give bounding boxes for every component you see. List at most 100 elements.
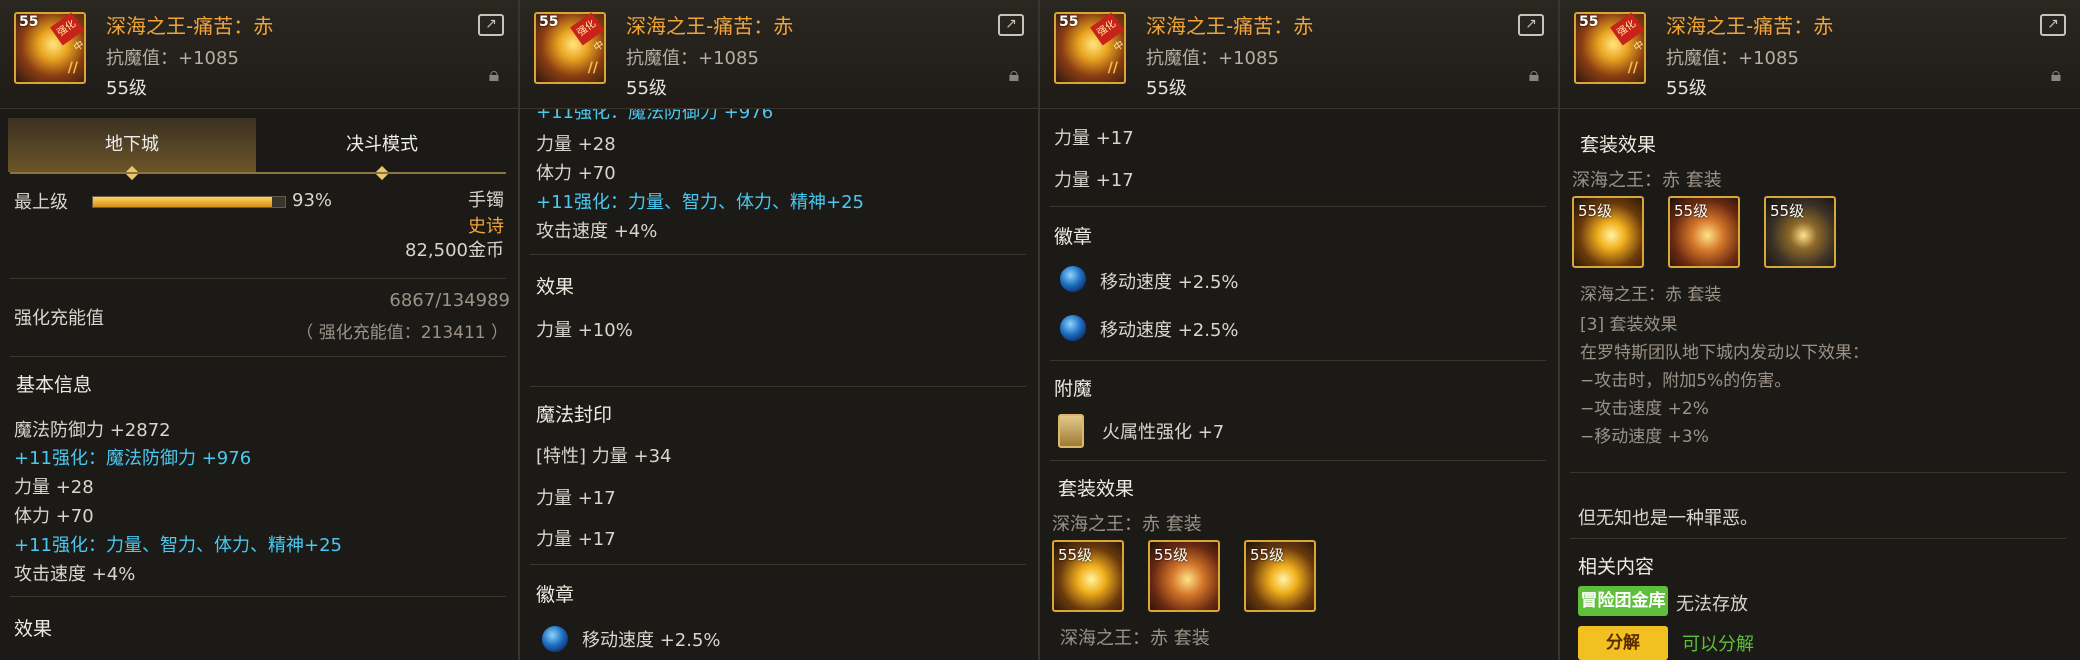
share-icon[interactable]: ↗ <box>2040 14 2066 36</box>
divider <box>530 564 1026 565</box>
flavor-text: 但无知也是一种罪恶。 <box>1578 508 1758 529</box>
stat-line: 攻击速度 +4% <box>536 221 658 242</box>
set-title: 套装效果 <box>1058 478 1135 500</box>
share-icon[interactable]: ↗ <box>478 14 504 36</box>
divider <box>530 386 1026 387</box>
grade-bar-fill <box>93 197 272 207</box>
enhancing-badge: 强化中 <box>1610 12 1647 54</box>
adventure-vault-button[interactable]: 冒险团金库 <box>1578 586 1668 616</box>
item-header: 55 强化中 // 深海之王-痛苦：赤 抗魔值：+1085 55级 ↗ 🔒︎ <box>1040 0 1558 109</box>
blue-emblem-icon <box>1058 264 1088 294</box>
share-icon[interactable]: ↗ <box>1518 14 1544 36</box>
tooltip-panel-3: 55 强化中 // 深海之王-痛苦：赤 抗魔值：+1085 55级 ↗ 🔒︎ 力… <box>1040 0 1560 660</box>
enchant-title: 附魔 <box>1054 378 1093 400</box>
charge-label: 强化充能值 <box>14 308 104 329</box>
stat-line: +11强化：魔法防御力 +976 <box>14 448 252 469</box>
emblem-line: 移动速度 +2.5% <box>1100 272 1239 293</box>
set-item-icon[interactable]: 55级 <box>1244 540 1316 612</box>
lock-icon[interactable]: 🔒︎ <box>2046 62 2066 86</box>
divider <box>10 596 506 597</box>
item-icon: 55 强化中 // <box>1054 12 1127 84</box>
set-item-icon[interactable]: 55级 <box>1572 196 1644 268</box>
charge-total: （ 强化充能值：213411 ） <box>296 323 508 343</box>
tab-duel[interactable]: 决斗模式 <box>258 118 506 181</box>
emblem-title: 徽章 <box>1054 226 1093 248</box>
blue-emblem-icon <box>1058 313 1088 343</box>
icon-level: 55 <box>1579 14 1599 30</box>
decompose-button[interactable]: 分解 <box>1578 626 1668 660</box>
set-desc: 在罗特斯团队地下城内发动以下效果： <box>1580 343 1869 363</box>
divider <box>10 356 506 357</box>
vault-status: 无法存放 <box>1676 594 1748 615</box>
set-item-icon[interactable]: 55级 <box>1668 196 1740 268</box>
set-item-icon[interactable]: 55级 <box>1148 540 1220 612</box>
stat-line: 体力 +70 <box>14 506 94 527</box>
divider <box>530 254 1026 255</box>
lock-icon[interactable]: 🔒︎ <box>1524 62 1544 86</box>
emblem-title: 徽章 <box>536 584 575 606</box>
tab-underline <box>10 172 506 174</box>
item-header: 55 强化中 // 深海之王-痛苦：赤 抗魔值：+1085 55级 ↗ 🔒︎ <box>1560 0 2080 109</box>
divider <box>1050 360 1546 361</box>
set-item-icon[interactable]: 55级 <box>1764 196 1836 268</box>
seal-line: 力量 +17 <box>1054 170 1134 191</box>
set-footer: 深海之王：赤 套装 <box>1060 628 1210 649</box>
lock-icon[interactable]: 🔒︎ <box>1004 62 1024 86</box>
tab-dungeon[interactable]: 地下城 <box>8 118 256 181</box>
grade-percent: 93% <box>292 190 333 211</box>
set-desc: −移动速度 +3% <box>1580 427 1709 447</box>
item-name: 深海之王-痛苦：赤 <box>1666 14 1834 38</box>
set-item-icon[interactable]: 55级 <box>1052 540 1124 612</box>
item-name: 深海之王-痛苦：赤 <box>1146 14 1314 38</box>
item-level: 55级 <box>626 78 667 99</box>
stat-line: 体力 +70 <box>536 163 616 184</box>
grade-label: 最上级 <box>14 192 68 213</box>
divider <box>1570 538 2066 539</box>
icon-suffix: // <box>1627 60 1638 76</box>
icon-level: 55 <box>1059 14 1079 30</box>
stat-line: 魔法防御力 +2872 <box>14 420 171 441</box>
set-item-level: 55级 <box>1674 202 1709 220</box>
emblem-line: 移动速度 +2.5% <box>582 630 721 651</box>
item-icon: 55 强化中 // <box>14 12 87 84</box>
stat-line: 力量 +28 <box>14 477 94 498</box>
item-rarity: 史诗 <box>468 216 504 237</box>
set-title: 套装效果 <box>1580 134 1657 156</box>
related-title: 相关内容 <box>1578 556 1655 578</box>
lock-icon[interactable]: 🔒︎ <box>484 62 504 86</box>
set-sub: 深海之王：赤 套装 <box>1580 285 1722 305</box>
set-item-level: 55级 <box>1154 546 1189 564</box>
set-item-level: 55级 <box>1058 546 1093 564</box>
divider <box>1570 472 2066 473</box>
enhancing-badge: 强化中 <box>1090 12 1127 54</box>
item-slot: 手镯 <box>468 190 504 211</box>
charge-value: 6867/134989 <box>389 290 510 311</box>
set-name: 深海之王：赤 套装 <box>1052 514 1202 535</box>
tooltip-panel-4: 55 强化中 // 深海之王-痛苦：赤 抗魔值：+1085 55级 ↗ 🔒︎ 套… <box>1560 0 2080 660</box>
item-name: 深海之王-痛苦：赤 <box>626 14 794 38</box>
share-icon[interactable]: ↗ <box>998 14 1024 36</box>
tab-label: 决斗模式 <box>346 134 418 155</box>
icon-level: 55 <box>19 14 39 30</box>
tooltip-panel-2: +11强化：魔法防御力 +976 55 强化中 // 深海之王-痛苦：赤 抗魔值… <box>520 0 1040 660</box>
seal-line: 力量 +17 <box>1054 128 1134 149</box>
enchant-card-icon <box>1058 414 1084 448</box>
item-icon: 55 强化中 // <box>1574 12 1647 84</box>
stat-line: 攻击速度 +4% <box>14 564 136 585</box>
set-item-level: 55级 <box>1250 546 1285 564</box>
divider <box>1050 460 1546 461</box>
enhancing-badge: 强化中 <box>570 12 607 54</box>
stat-line: +11强化：力量、智力、体力、精神+25 <box>14 535 342 556</box>
seal-line: 力量 +17 <box>536 529 616 550</box>
item-level: 55级 <box>1666 78 1707 99</box>
enchant-line: 火属性强化 +7 <box>1102 422 1225 443</box>
icon-suffix: // <box>587 60 598 76</box>
stat-line: 力量 +28 <box>536 134 616 155</box>
magic-resist: 抗魔值：+1085 <box>1666 48 1799 69</box>
decompose-status: 可以分解 <box>1682 634 1754 655</box>
set-name: 深海之王：赤 套装 <box>1572 170 1722 191</box>
seal-trait: [特性] 力量 +34 <box>536 446 672 467</box>
stat-line: +11强化：力量、智力、体力、精神+25 <box>536 192 864 213</box>
item-level: 55级 <box>106 78 147 99</box>
divider <box>1050 206 1546 207</box>
